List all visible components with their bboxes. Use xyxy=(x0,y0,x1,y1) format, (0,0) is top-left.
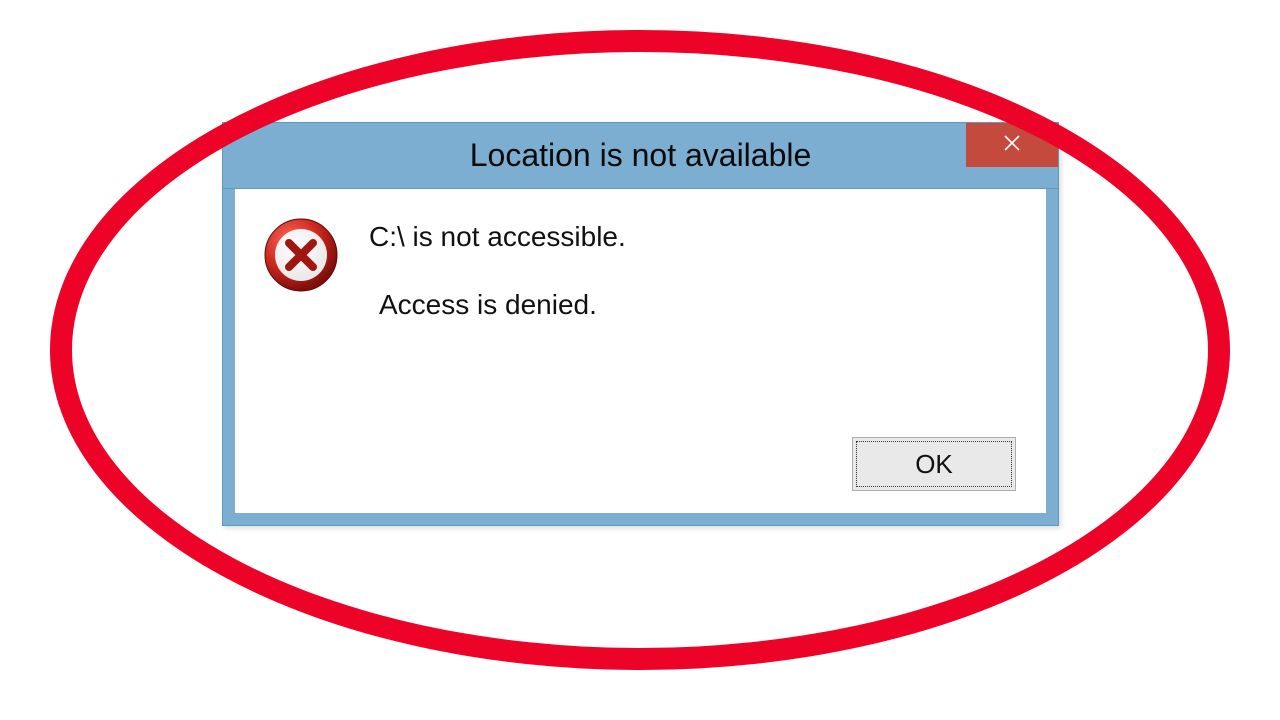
close-icon xyxy=(1003,134,1021,157)
dialog-titlebar[interactable]: Location is not available xyxy=(223,123,1058,189)
error-secondary-text: Access is denied. xyxy=(369,289,626,321)
error-primary-text: C:\ is not accessible. xyxy=(369,221,626,253)
error-dialog: Location is not available xyxy=(222,122,1059,526)
ok-button[interactable]: OK xyxy=(852,437,1016,491)
error-circle-x-icon xyxy=(263,217,339,298)
dialog-body: C:\ is not accessible. Access is denied. xyxy=(223,189,1058,427)
dialog-title: Location is not available xyxy=(470,137,812,174)
dialog-messages: C:\ is not accessible. Access is denied. xyxy=(369,213,626,321)
close-button[interactable] xyxy=(966,123,1058,167)
dialog-content: C:\ is not accessible. Access is denied. xyxy=(263,213,1018,413)
dialog-footer: OK xyxy=(223,427,1058,525)
